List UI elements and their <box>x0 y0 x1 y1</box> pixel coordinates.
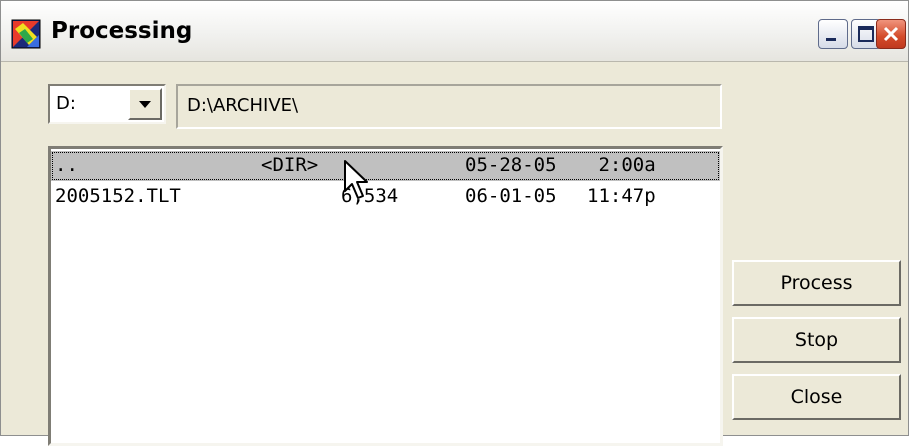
process-button[interactable]: Process <box>732 260 901 306</box>
drive-value: D: <box>56 93 76 114</box>
minimize-button[interactable] <box>818 19 848 49</box>
file-date: 05-28-05 <box>465 154 557 176</box>
list-item[interactable]: .. <DIR> 05-28-05 2:00a <box>51 151 720 181</box>
close-icon <box>883 26 899 42</box>
path-field: D:\ARCHIVE\ <box>176 84 722 129</box>
file-size: <DIR> <box>261 154 319 176</box>
path-value: D:\ARCHIVE\ <box>187 95 299 116</box>
mouse-cursor-icon <box>344 160 368 199</box>
window-title: Processing <box>51 18 193 44</box>
app-icon <box>11 19 41 49</box>
list-item[interactable]: 2005152.TLT 6,534 06-01-05 11:47p <box>51 182 720 212</box>
file-list[interactable]: .. <DIR> 05-28-05 2:00a 2005152.TLT 6,53… <box>48 146 723 446</box>
title-bar[interactable]: Processing <box>1 1 908 62</box>
file-time: 2:00a <box>587 154 656 176</box>
file-name: 2005152.TLT <box>55 185 181 207</box>
file-name: .. <box>55 154 78 176</box>
file-date: 06-01-05 <box>465 185 557 207</box>
close-window-button[interactable] <box>876 19 906 49</box>
minimize-icon <box>826 38 836 41</box>
file-time: 11:47p <box>587 185 656 207</box>
drive-select[interactable]: D: <box>48 84 166 124</box>
chevron-down-icon <box>139 101 151 108</box>
drive-dropdown-button[interactable] <box>128 88 162 120</box>
processing-window: Processing D: D:\ARCHIVE\ .. <DIR> 05-28… <box>0 0 909 446</box>
close-button[interactable]: Close <box>732 374 901 420</box>
stop-button[interactable]: Stop <box>732 317 901 363</box>
